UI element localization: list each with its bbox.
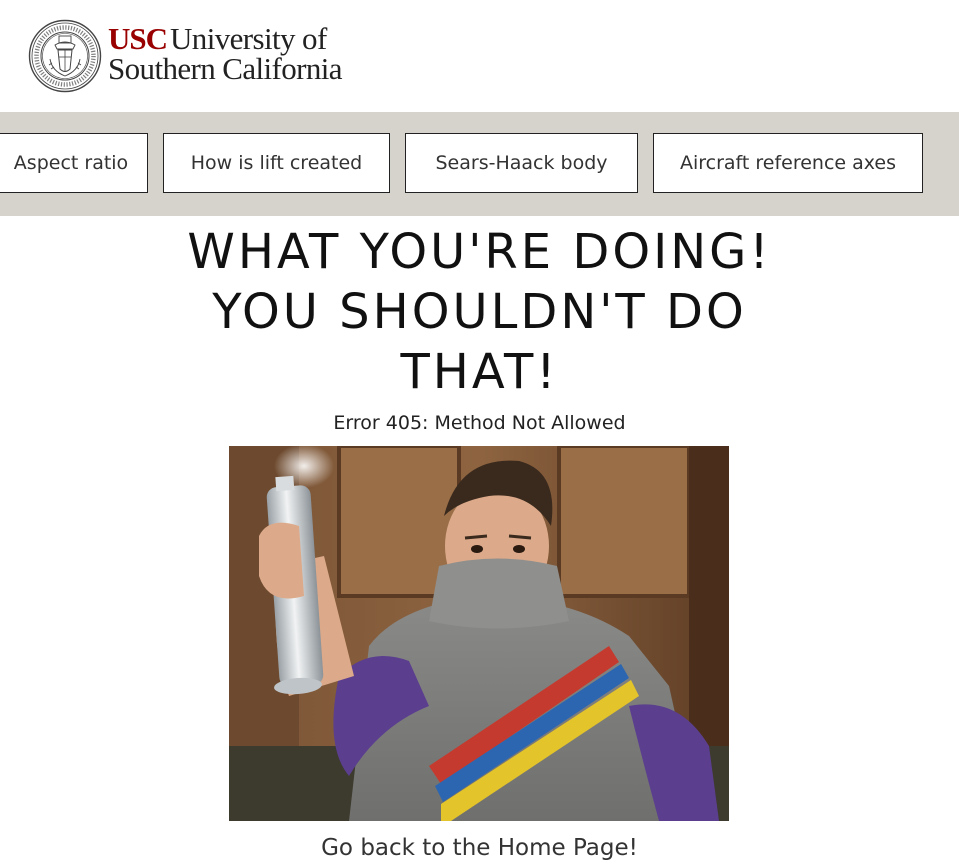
- headline-line-2: YOU SHOULDN'T DO: [212, 284, 747, 340]
- home-page-link[interactable]: Go back to the Home Page!: [0, 835, 959, 861]
- usc-wordmark: USCUniversity of Southern California: [108, 23, 343, 86]
- error-message: Error 405: Method Not Allowed: [333, 412, 626, 434]
- nav-button-aspect-ratio[interactable]: Aspect ratio: [0, 133, 148, 193]
- usc-seal-icon: [28, 19, 102, 93]
- meme-photo-illustration: [229, 446, 729, 821]
- topic-nav-bar: Aspect ratio How is lift created Sears-H…: [0, 112, 959, 216]
- site-header: USCUniversity of Southern California: [0, 0, 959, 112]
- nav-button-aircraft-reference-axes[interactable]: Aircraft reference axes: [653, 133, 923, 193]
- headline-line-3: THAT!: [400, 344, 559, 400]
- usc-logo-link[interactable]: USCUniversity of Southern California: [28, 19, 343, 93]
- wordmark-line2: Southern California: [108, 51, 343, 86]
- nav-button-how-is-lift-created[interactable]: How is lift created: [163, 133, 390, 193]
- meme-photo: [229, 446, 729, 821]
- page: USCUniversity of Southern California Asp…: [0, 0, 959, 866]
- headline-line-1: WHAT YOU'RE DOING!: [187, 224, 772, 280]
- nav-button-sears-haack-body[interactable]: Sears-Haack body: [405, 133, 638, 193]
- error-headline: WHAT YOU'RE DOING! YOU SHOULDN'T DO THAT…: [0, 222, 959, 402]
